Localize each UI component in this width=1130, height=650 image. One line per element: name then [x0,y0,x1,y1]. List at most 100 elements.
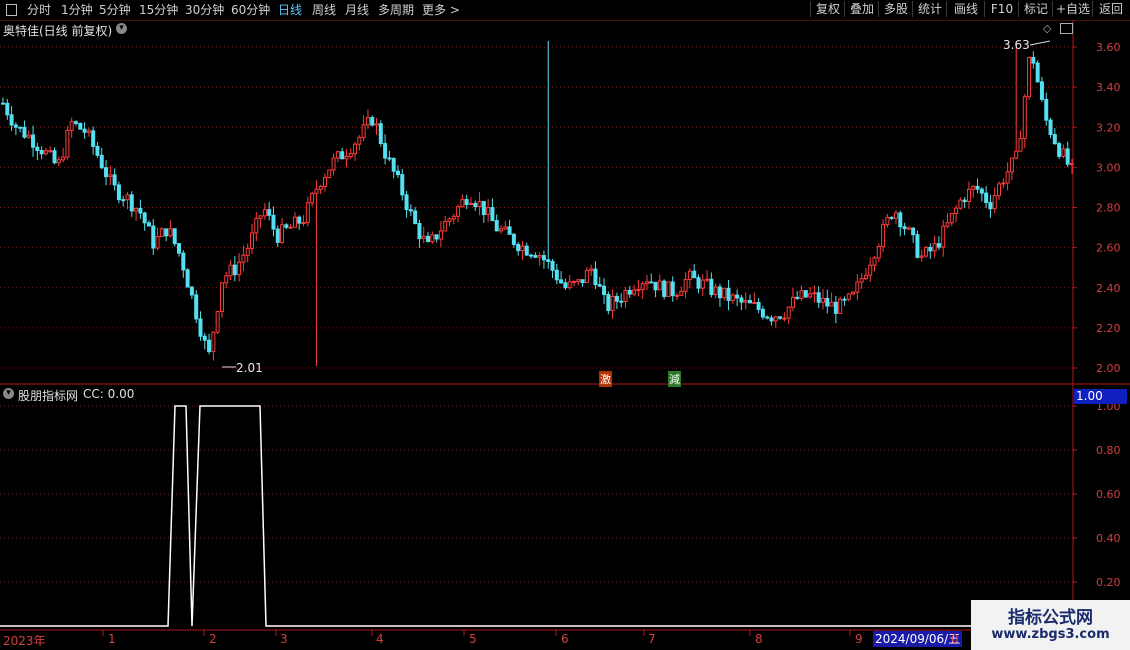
candle [86,127,91,137]
candle-body [365,117,370,126]
candle-body [65,129,70,158]
candle [851,290,856,296]
candle [726,279,731,311]
candle [1014,40,1019,160]
candle [250,223,255,254]
diamond-icon[interactable]: ◇ [1043,22,1051,35]
tab-weekly[interactable]: 周线 [312,2,336,18]
candle-body [623,289,628,303]
candle-body [39,149,44,155]
candle-body [885,216,890,226]
window-icon[interactable] [6,4,17,16]
f10-button[interactable]: F10 [984,1,1019,17]
high-arrow [1029,40,1051,46]
candle [426,231,431,243]
candle-body [426,235,431,243]
candle [280,218,285,244]
tab-daily[interactable]: 日线 [278,2,302,18]
candle-body [529,254,534,257]
candle [138,199,143,219]
panel-toggle-icon[interactable] [1060,23,1073,34]
tab-multi-period[interactable]: 多周期 [378,2,414,18]
stock-chart[interactable]: 3.60 3.40 3.20 3.00 2.80 2.60 2.40 2.20 2.00 1.00… [0,20,1130,650]
candle [936,236,941,250]
candle-body [232,264,237,276]
candle-body [1065,148,1070,165]
time-label-feb: 2 [209,632,217,646]
candle-body [185,269,190,288]
candle-body [468,202,473,206]
tab-15min[interactable]: 15分钟 [139,2,178,18]
candle-body [1048,119,1053,136]
indicator-dropdown-icon[interactable]: ▾ [3,388,14,399]
event-marker-ji[interactable]: 激 [599,371,612,387]
candle-body [949,212,954,224]
candle-body [799,290,804,299]
candle-body [353,143,358,155]
tab-1min[interactable]: 1分钟 [61,2,93,18]
candle [245,243,250,263]
candle [198,311,203,341]
candle [202,332,207,350]
draw-line-button[interactable]: 画线 [946,1,985,17]
candle [610,289,615,320]
add-watchlist-button[interactable]: +自选 [1052,1,1093,17]
candle-body [812,292,817,295]
tab-5min[interactable]: 5分钟 [99,2,131,18]
candle [48,146,53,154]
indicator-cc-value: CC: 0.00 [83,387,135,401]
candle [421,227,426,244]
candle-body [726,287,731,301]
candle [237,253,242,282]
candle [820,289,825,310]
candle-body [434,234,439,240]
tab-more[interactable]: 更多 > [422,2,460,18]
candle [559,271,564,284]
candle [1009,157,1014,181]
mark-button[interactable]: 标记 [1018,1,1053,17]
candle [945,213,950,229]
tab-monthly[interactable]: 月线 [345,2,369,18]
candle [464,194,469,210]
candle-body [829,301,834,307]
candle [335,150,340,163]
time-label-mar: 3 [280,632,288,646]
candle [808,287,813,299]
candle-body [696,277,701,289]
overlay-button[interactable]: 叠加 [844,1,879,17]
candle-body [705,278,710,281]
tab-fenshi[interactable]: 分时 [27,2,51,18]
candle-body [370,117,375,126]
candle-body [876,246,881,259]
candle [116,181,121,204]
event-marker-jian[interactable]: 減 [668,371,681,387]
candle [1065,141,1070,167]
candle [876,243,881,263]
back-button[interactable]: 返回 [1092,1,1129,17]
candle [404,190,409,218]
multi-stock-button[interactable]: 多股 [878,1,913,17]
candle-body [863,274,868,280]
candle [979,187,984,202]
candle-body [292,216,297,228]
candle-body [305,202,310,224]
tab-60min[interactable]: 60分钟 [231,2,270,18]
candle [301,215,306,227]
title-dropdown-icon[interactable]: ▾ [116,23,127,34]
candle [232,256,237,282]
candle [580,279,585,288]
candle-body [254,217,259,234]
candle [516,241,521,256]
candle [262,203,267,220]
candle-body [430,234,435,243]
candle-body [69,121,74,131]
candle [1018,130,1023,152]
candle-body [18,126,23,129]
tab-30min[interactable]: 30分钟 [185,2,224,18]
fuquan-button[interactable]: 复权 [810,1,845,17]
candle-body [928,246,933,252]
candle [254,211,259,242]
candle-body [395,170,400,176]
candle [597,276,602,288]
stats-button[interactable]: 统计 [912,1,947,17]
